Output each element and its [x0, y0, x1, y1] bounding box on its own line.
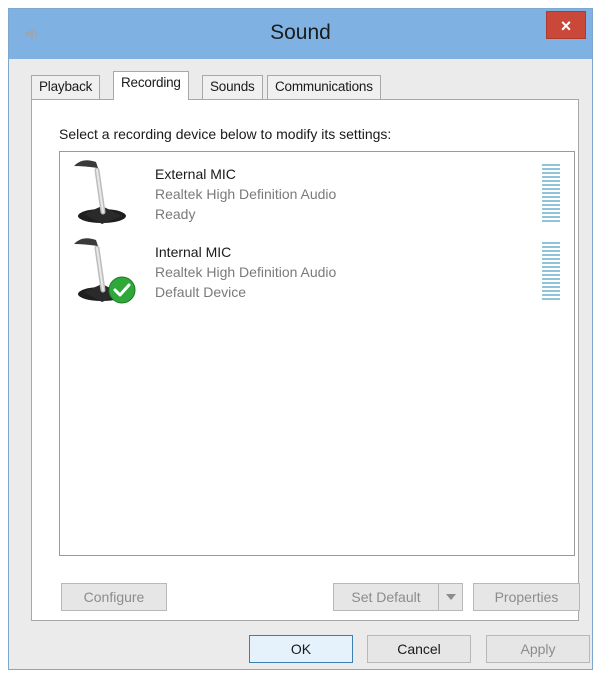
level-meter — [542, 242, 560, 300]
chevron-down-icon[interactable] — [438, 584, 462, 610]
set-default-label: Set Default — [351, 589, 421, 605]
tab-playback[interactable]: Playback — [31, 75, 101, 99]
tab-sounds[interactable]: Sounds — [202, 75, 263, 99]
cancel-button[interactable]: Cancel — [367, 635, 471, 663]
device-status: Ready — [155, 206, 196, 222]
close-button[interactable]: × — [546, 11, 586, 39]
device-status: Default Device — [155, 284, 247, 300]
list-item[interactable]: Internal MIC Realtek High Definition Aud… — [60, 232, 574, 310]
title-bar[interactable]: Sound × — [9, 9, 592, 59]
set-default-button[interactable]: Set Default — [333, 583, 463, 611]
configure-button[interactable]: Configure — [61, 583, 167, 611]
apply-button[interactable]: Apply — [486, 635, 590, 663]
ok-button[interactable]: OK — [249, 635, 353, 663]
sound-dialog: Sound × Playback Recording Sounds Commun… — [8, 8, 593, 670]
tab-recording[interactable]: Recording — [113, 71, 189, 100]
recording-panel: Select a recording device below to modif… — [31, 99, 580, 621]
properties-button[interactable]: Properties — [473, 583, 580, 611]
list-item[interactable]: External MIC Realtek High Definition Aud… — [60, 154, 574, 232]
device-driver: Realtek High Definition Audio — [155, 264, 337, 280]
device-driver: Realtek High Definition Audio — [155, 186, 337, 202]
microphone-icon — [74, 160, 126, 224]
device-list[interactable]: External MIC Realtek High Definition Aud… — [59, 151, 575, 556]
level-meter — [542, 164, 560, 222]
tab-communications[interactable]: Communications — [267, 75, 381, 99]
checkmark-icon — [108, 276, 136, 304]
instruction-text: Select a recording device below to modif… — [59, 126, 392, 142]
window-title: Sound — [270, 21, 331, 44]
device-name: Internal MIC — [155, 244, 232, 260]
device-name: External MIC — [155, 166, 236, 182]
